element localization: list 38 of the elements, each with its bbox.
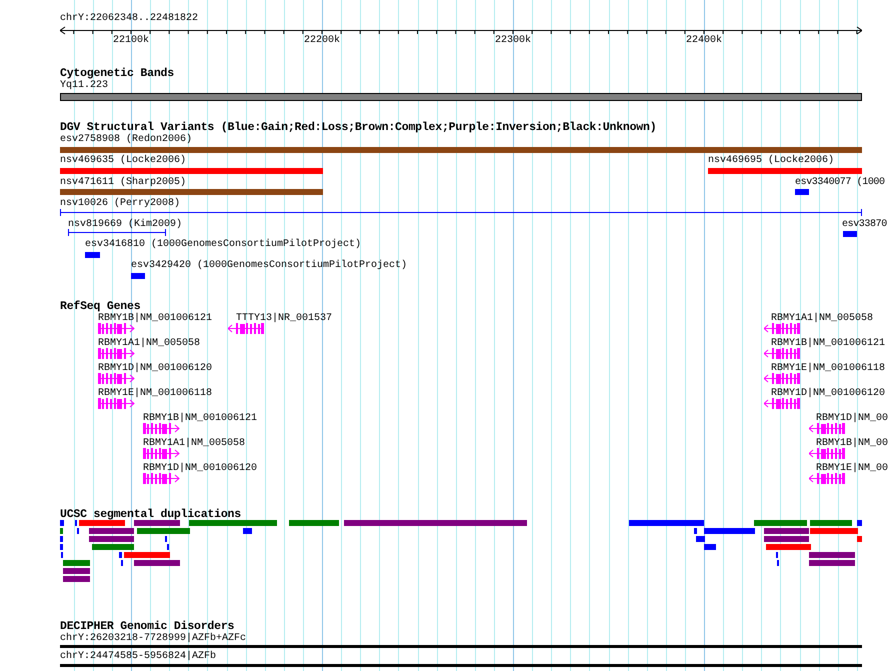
feature-label: RBMY1E|NM_001006118 (771, 363, 886, 375)
feature-label: nsv10026 (Perry2008) (60, 198, 180, 210)
tick-label: 22200k (304, 35, 340, 47)
feature-label: esv2758908 (Redon2006) (60, 134, 192, 146)
tick-label: 22300k (495, 35, 532, 47)
feature-label: RBMY1A1|NM_005058 (143, 438, 246, 450)
feature-label: RBMY1D|NM_001006120 (143, 463, 258, 475)
feature-label: RBMY1A1|NM_005058 (771, 313, 874, 325)
feature-label: nsv819669 (Kim2009) (68, 219, 182, 231)
feature-label: chrY:24474585-5956824|AZFb (60, 651, 216, 663)
feature-label: RBMY1B|NM_001006121 (98, 313, 212, 325)
feature-label: RBMY1E|NM_001006118 (98, 388, 212, 400)
feature-label: RBMY1D|NM_001006120 (771, 388, 886, 400)
track-title: DGV Structural Variants (Blue:Gain;Red:Loss;Brown:Complex;Purple:Inversion;Black:Unknown) (60, 121, 656, 134)
feature-label: chrY:26203218-7728999|AZFb+AZFc (60, 633, 246, 645)
feature-label: RBMY1D|NM_00 (816, 413, 888, 425)
feature-label: nsv469695 (Locke2006) (708, 155, 834, 167)
feature-label: Yq11.223 (60, 80, 108, 92)
feature-label: nsv469635 (Locke2006) (60, 155, 186, 167)
track-title: DECIPHER Genomic Disorders (60, 620, 234, 633)
feature-label: RBMY1A1|NM_005058 (98, 338, 200, 350)
tick-label: 22400k (686, 35, 722, 47)
track-title: UCSC segmental duplications (60, 508, 241, 521)
feature-label: RBMY1E|NM_00 (816, 463, 888, 475)
feature-label: RBMY1D|NM_001006120 (98, 363, 212, 375)
feature-label: esv3416810 (1000GenomesConsortiumPilotProject) (85, 239, 362, 251)
track-title: Cytogenetic Bands (60, 67, 174, 80)
track-title: RefSeq Genes (60, 300, 140, 313)
feature-label: RBMY1B|NM_001006121 (771, 338, 886, 350)
feature-label: nsv471611 (Sharp2005) (60, 177, 186, 189)
tick-label: 22100k (113, 35, 150, 47)
coordinate-range: chrY:22062348..22481822 (60, 13, 198, 25)
feature-label: esv33870 (842, 219, 887, 231)
feature-label: esv3429420 (1000GenomesConsortiumPilotProject) (131, 260, 408, 272)
feature-label: RBMY1B|NM_001006121 (143, 413, 258, 425)
feature-label: RBMY1B|NM_00 (816, 438, 888, 450)
feature-label: TTTY13|NR_001537 (236, 313, 332, 325)
feature-label: esv3340077 (1000 (795, 177, 885, 189)
